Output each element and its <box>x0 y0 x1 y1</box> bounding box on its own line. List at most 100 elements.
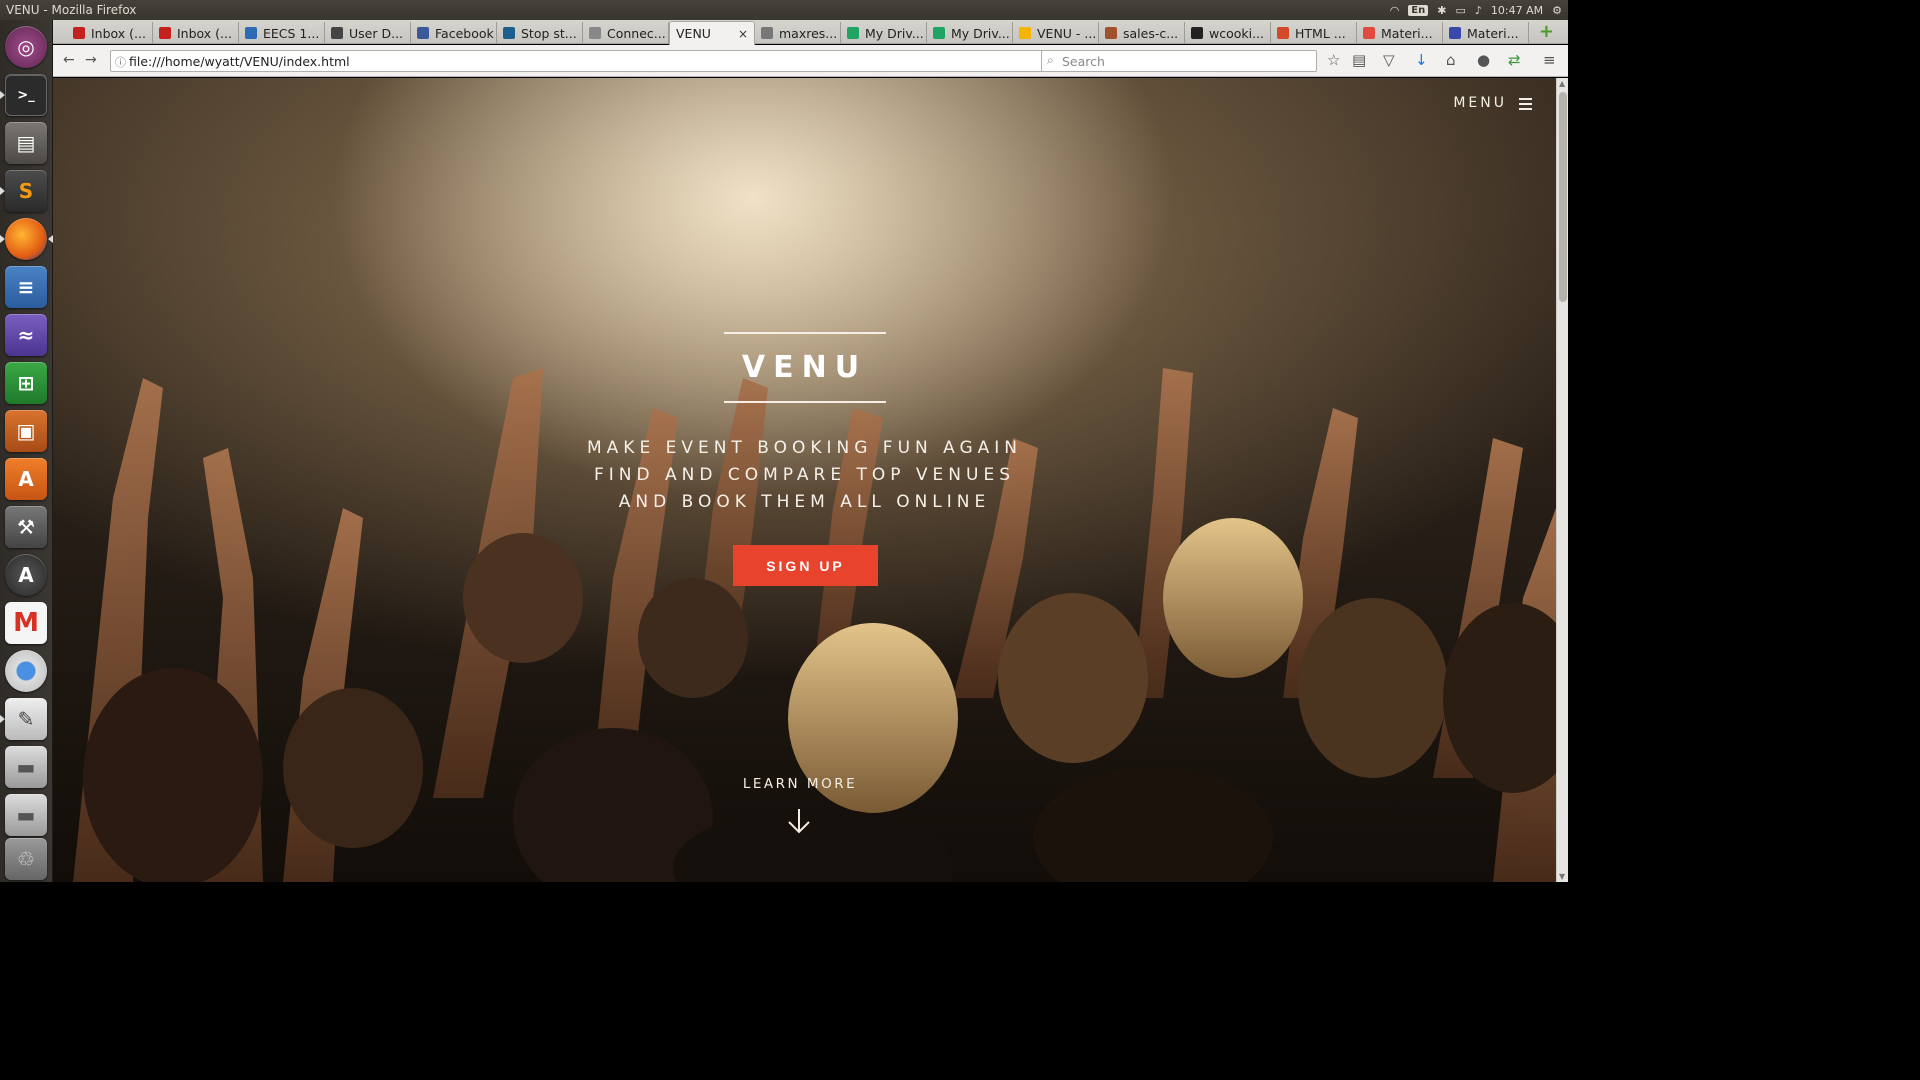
system-top-bar: VENU - Mozilla Firefox ◠ En ✱ ▭ ♪ 10:47 … <box>0 0 1568 20</box>
hamburger-menu-icon[interactable]: ≡ <box>1543 51 1556 69</box>
tab-favicon-icon <box>1019 27 1031 39</box>
brand-bottom-rule <box>724 401 886 403</box>
clock[interactable]: 10:47 AM <box>1491 4 1543 17</box>
url-bar[interactable]: ⓘ file:///home/wyatt/VENU/index.html ▼ ↻ <box>110 50 1086 72</box>
tab-favicon-icon <box>1105 27 1117 39</box>
page-scrollbar[interactable]: ▲ ▼ <box>1556 78 1568 882</box>
browser-tab[interactable]: My Driv... <box>927 22 1013 44</box>
browser-tab[interactable]: My Driv... <box>841 22 927 44</box>
bookmark-star-icon[interactable]: ☆ <box>1327 51 1340 69</box>
brand-title: VENU <box>741 350 868 385</box>
gear-icon[interactable]: ⚙ <box>1552 4 1562 17</box>
updater-icon[interactable]: A <box>5 554 47 596</box>
tab-label: Stop st... <box>521 25 577 41</box>
browser-tab[interactable]: User D... <box>325 22 411 44</box>
chromium-icon[interactable] <box>5 650 47 692</box>
scroll-up-icon[interactable]: ▲ <box>1559 79 1565 88</box>
tab-favicon-icon <box>847 27 859 39</box>
chat-icon[interactable]: ● <box>1477 51 1490 69</box>
page-viewport: MENU VENU MAKE EVENT BOOKING FUN AGAIN F… <box>53 78 1556 882</box>
tab-label: My Driv... <box>951 25 1010 41</box>
close-tab-icon[interactable]: × <box>738 27 748 41</box>
browser-tab[interactable]: HTML ... <box>1271 22 1357 44</box>
browser-tab[interactable]: Connec... <box>583 22 669 44</box>
trash-icon[interactable]: ♲ <box>5 838 47 880</box>
tab-label: EECS 1... <box>263 25 320 41</box>
browser-tab[interactable]: wcooki... <box>1185 22 1271 44</box>
browser-tab[interactable]: Inbox (... <box>67 22 153 44</box>
browser-tab[interactable]: Materi... <box>1443 22 1529 44</box>
drive-icon[interactable]: ▬ <box>5 746 47 788</box>
tab-favicon-icon <box>589 27 601 39</box>
ubuntu-dash-icon[interactable]: ◎ <box>5 26 47 68</box>
tab-strip: + Inbox (... Inbox (... EECS 1... User D...… <box>53 20 1568 45</box>
tab-favicon-icon <box>417 27 429 39</box>
wifi-icon[interactable]: ◠ <box>1390 4 1400 17</box>
emacs-icon[interactable]: ≈ <box>5 314 47 356</box>
reading-list-icon[interactable]: ▤ <box>1352 51 1366 69</box>
bluetooth-icon[interactable]: ✱ <box>1437 4 1446 17</box>
navigation-toolbar: ← → ⓘ file:///home/wyatt/VENU/index.html… <box>53 45 1568 77</box>
files-icon[interactable]: ▤ <box>5 122 47 164</box>
tab-label: Connec... <box>607 25 666 41</box>
sync-icon[interactable]: ⇄ <box>1508 51 1521 69</box>
browser-tab[interactable]: EECS 1... <box>239 22 325 44</box>
settings-icon[interactable]: ⚒ <box>5 506 47 548</box>
scrollbar-thumb[interactable] <box>1559 92 1567 302</box>
url-text[interactable]: file:///home/wyatt/VENU/index.html <box>129 54 350 69</box>
keyboard-layout-indicator[interactable]: En <box>1408 4 1429 16</box>
download-icon[interactable]: ↓ <box>1415 51 1428 69</box>
arrow-down-icon[interactable] <box>787 808 811 834</box>
writer-icon[interactable]: ≡ <box>5 266 47 308</box>
tab-favicon-icon <box>1363 27 1375 39</box>
site-info-icon[interactable]: ⓘ <box>115 54 126 70</box>
gmail-icon[interactable]: M <box>5 602 47 644</box>
home-icon[interactable]: ⌂ <box>1446 51 1456 69</box>
terminal-icon[interactable]: >_ <box>5 74 47 116</box>
browser-tab[interactable]: VENU - ... <box>1013 22 1099 44</box>
pocket-icon[interactable]: ▽ <box>1383 51 1395 69</box>
drive2-icon[interactable]: ▬ <box>5 794 47 836</box>
impress-icon[interactable]: ▣ <box>5 410 47 452</box>
sign-up-button[interactable]: SIGN UP <box>733 545 878 586</box>
tab-label: My Driv... <box>865 25 924 41</box>
hero-section: VENU MAKE EVENT BOOKING FUN AGAIN FIND A… <box>53 78 1556 882</box>
tab-favicon-icon <box>1191 27 1203 39</box>
tab-label: HTML ... <box>1295 25 1346 41</box>
brand-top-rule <box>724 332 886 334</box>
system-tray: ◠ En ✱ ▭ ♪ 10:47 AM ⚙ <box>1390 0 1568 20</box>
forward-icon[interactable]: → <box>85 52 97 68</box>
learn-more-link[interactable]: LEARN MORE <box>703 776 897 792</box>
back-icon[interactable]: ← <box>63 52 75 68</box>
calc-icon[interactable]: ⊞ <box>5 362 47 404</box>
firefox-icon[interactable] <box>5 218 47 260</box>
tab-favicon-icon <box>1449 27 1461 39</box>
tab-favicon-icon <box>761 27 773 39</box>
window-title: VENU - Mozilla Firefox <box>6 3 137 17</box>
tab-label: Inbox (... <box>91 25 146 41</box>
scroll-down-icon[interactable]: ▼ <box>1559 872 1565 881</box>
tagline-line: FIND AND COMPARE TOP VENUES <box>594 465 1015 485</box>
browser-tab[interactable]: VENU × <box>669 21 755 45</box>
tagline-line: MAKE EVENT BOOKING FUN AGAIN <box>587 438 1022 458</box>
tab-label: VENU <box>676 26 711 41</box>
new-tab-icon[interactable]: + <box>1539 22 1554 42</box>
tab-label: VENU - ... <box>1037 25 1097 41</box>
browser-tab[interactable]: Inbox (... <box>153 22 239 44</box>
search-placeholder: Search <box>1062 53 1105 69</box>
hero-tagline: MAKE EVENT BOOKING FUN AGAIN FIND AND CO… <box>503 435 1106 516</box>
search-input[interactable]: ⌕ Search <box>1041 50 1317 72</box>
browser-tab[interactable]: Facebook <box>411 22 497 44</box>
battery-icon[interactable]: ▭ <box>1455 4 1465 17</box>
text-editor-icon[interactable]: ✎ <box>5 698 47 740</box>
software-center-icon[interactable]: A <box>5 458 47 500</box>
tab-favicon-icon <box>245 27 257 39</box>
browser-tab[interactable]: Materi... <box>1357 22 1443 44</box>
volume-icon[interactable]: ♪ <box>1475 4 1482 17</box>
browser-tab[interactable]: maxres... <box>755 22 841 44</box>
browser-tab[interactable]: Stop st... <box>497 22 583 44</box>
tab-label: sales-c... <box>1123 25 1179 41</box>
tab-label: Materi... <box>1381 25 1433 41</box>
sublime-text-icon[interactable]: S <box>5 170 47 212</box>
browser-tab[interactable]: sales-c... <box>1099 22 1185 44</box>
